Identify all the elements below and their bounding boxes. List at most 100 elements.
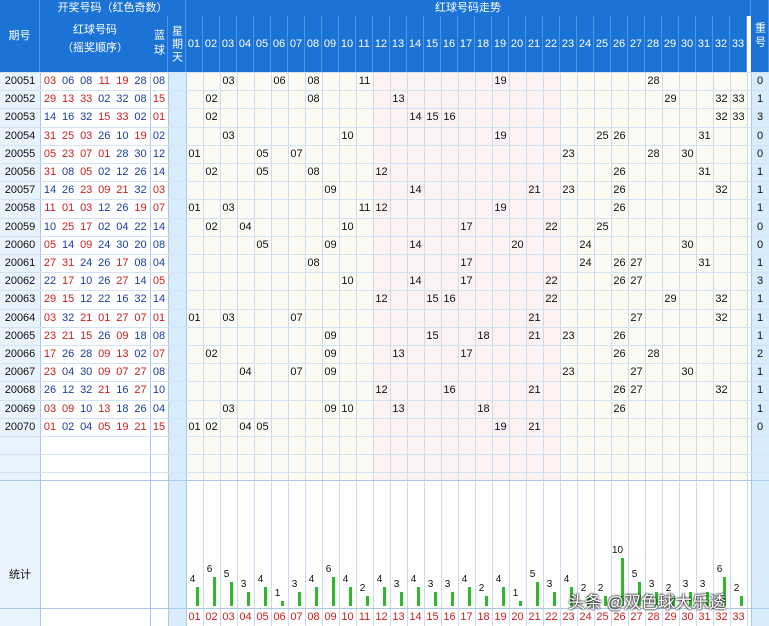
repeat-count: 1 — [756, 257, 764, 269]
red-ball-number: 32 — [80, 384, 93, 397]
watermark: 头条 @双色球大乐透 — [568, 593, 726, 612]
trend-hit: 02 — [205, 166, 218, 178]
count-bar — [433, 591, 437, 606]
column-gridline — [373, 72, 374, 626]
red-ball-number: 03 — [80, 202, 93, 215]
red-ball-number: 31 — [61, 257, 75, 269]
trend-hit: 26 — [613, 129, 626, 142]
column-gridline — [407, 72, 408, 626]
trend-hit: 24 — [579, 257, 592, 269]
column-gridline — [628, 72, 629, 626]
red-ball-number: 08 — [134, 257, 147, 269]
trend-hit: 32 — [715, 111, 728, 124]
trend-hit: 15 — [426, 293, 439, 306]
red-ball-number: 32 — [80, 111, 93, 124]
count-bar — [535, 582, 539, 606]
axis-tick-label: 33 — [732, 611, 745, 623]
column-header: 04 — [237, 16, 254, 72]
red-ball-number: 12 — [116, 166, 129, 178]
trend-hit: 03 — [222, 402, 235, 415]
red-ball-number: 09 — [98, 348, 111, 360]
column-header: 24 — [577, 16, 594, 72]
trend-hit: 32 — [715, 93, 728, 106]
red-ball-number: 13 — [61, 93, 75, 106]
trend-hit: 01 — [188, 311, 201, 324]
trend-hit: 12 — [375, 384, 388, 397]
trend-hit: 25 — [596, 129, 609, 142]
trend-hit: 10 — [341, 275, 354, 288]
trend-hit: 23 — [562, 366, 575, 379]
column-header: 19 — [492, 16, 509, 72]
red-ball-number: 09 — [98, 184, 111, 197]
trend-hit: 27 — [630, 384, 643, 397]
issue-number: 20053 — [4, 111, 36, 124]
red-ball-number: 12 — [98, 202, 111, 215]
trend-hit: 14 — [409, 184, 422, 197]
issue-number: 20068 — [4, 384, 36, 397]
trend-hit: 13 — [392, 402, 405, 415]
trend-hit: 26 — [613, 166, 626, 178]
column-header: 18 — [475, 16, 492, 72]
red-ball-number: 17 — [43, 348, 57, 360]
trend-hit: 32 — [715, 384, 728, 397]
trend-hit: 31 — [698, 257, 711, 269]
trend-hit: 17 — [460, 275, 473, 288]
trend-hit: 16 — [443, 384, 456, 397]
count-label: 3 — [240, 578, 247, 590]
trend-hit: 14 — [409, 275, 422, 288]
trend-hit: 29 — [664, 293, 677, 306]
red-ball-number: 26 — [43, 384, 57, 397]
trend-hit: 21 — [528, 184, 541, 197]
red-ball-number: 15 — [80, 329, 93, 342]
count-label: 1 — [274, 588, 281, 600]
trend-hit: 22 — [545, 220, 558, 233]
trend-hit: 10 — [341, 129, 354, 142]
column-header: 13 — [390, 16, 407, 72]
trend-hit: 14 — [409, 238, 422, 251]
header-draw-title: 开奖号码（红色奇数） — [40, 0, 186, 16]
trend-hit: 26 — [613, 184, 626, 197]
trend-hit: 13 — [392, 348, 405, 360]
blue-ball-number: 14 — [152, 166, 166, 178]
red-ball-number: 27 — [43, 257, 57, 269]
trend-hit: 27 — [630, 366, 643, 379]
repeat-count: 1 — [756, 93, 764, 106]
count-label: 4 — [308, 573, 315, 585]
count-bar — [229, 582, 233, 606]
trend-hit: 30 — [681, 238, 694, 251]
row-gridline — [0, 472, 769, 474]
column-header: 30 — [679, 16, 696, 72]
issue-number: 20064 — [4, 311, 36, 324]
red-ball-number: 05 — [80, 166, 93, 178]
column-header: 10 — [339, 16, 356, 72]
count-bar — [399, 591, 403, 606]
issue-number: 20061 — [4, 257, 36, 269]
trend-hit: 06 — [273, 75, 286, 87]
repeat-count: 1 — [756, 202, 764, 215]
trend-hit: 17 — [460, 257, 473, 269]
column-header: 07 — [288, 16, 305, 72]
column-header: 32 — [713, 16, 730, 72]
issue-number: 20065 — [4, 329, 36, 342]
column-header: 06 — [271, 16, 288, 72]
trend-hit: 26 — [613, 275, 626, 288]
trend-hit: 32 — [715, 293, 728, 306]
issue-number: 20051 — [4, 75, 36, 87]
count-bar — [297, 591, 301, 606]
issue-number: 20055 — [4, 147, 36, 160]
trend-hit: 07 — [290, 147, 303, 160]
column-header: 16 — [441, 16, 458, 72]
red-ball-number: 27 — [116, 275, 129, 288]
trend-hit: 21 — [528, 329, 541, 342]
trend-hit: 10 — [341, 220, 354, 233]
blue-ball-number: 04 — [152, 402, 166, 415]
trend-hit: 28 — [647, 75, 660, 87]
repeat-count: 0 — [756, 147, 764, 160]
count-bar — [739, 596, 743, 606]
count-bar — [331, 577, 335, 606]
red-ball-number: 26 — [98, 329, 111, 342]
blue-ball-number: 10 — [152, 384, 166, 397]
axis-tick-label: 05 — [256, 611, 269, 623]
trend-hit: 18 — [477, 402, 490, 415]
red-ball-number: 14 — [43, 184, 57, 197]
